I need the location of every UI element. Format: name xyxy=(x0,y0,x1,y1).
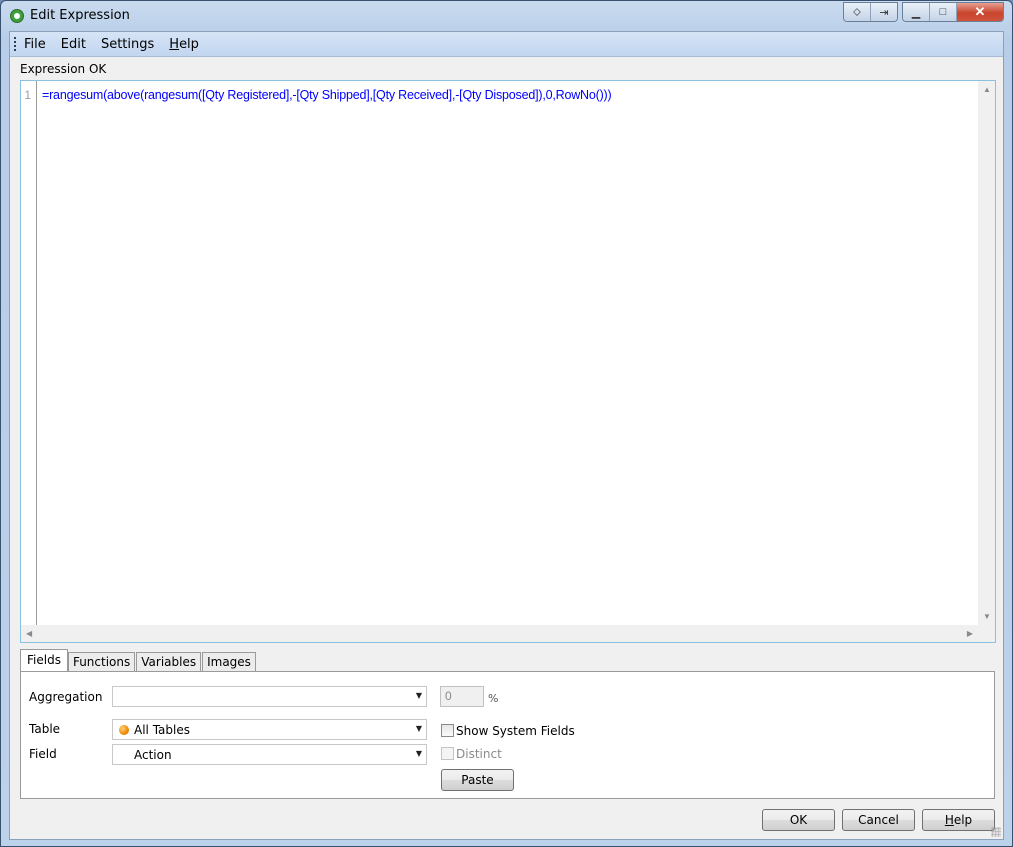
table-value: All Tables xyxy=(134,723,190,737)
help-button[interactable]: Help xyxy=(922,809,995,831)
menu-help-rest: elp xyxy=(179,36,199,52)
scroll-right-icon[interactable]: ▶ xyxy=(967,629,973,638)
percent-input[interactable]: 0 xyxy=(440,686,484,707)
caption-buttons: ⬦ ⇥ ▁ □ ✕ xyxy=(843,2,1004,22)
minimize-icon[interactable]: ▁ xyxy=(903,3,930,21)
distinct-checkbox[interactable] xyxy=(441,747,454,760)
menu-bar: File Edit Settings Help xyxy=(10,32,1003,57)
help-rest: elp xyxy=(953,813,973,827)
qlikview-app-icon xyxy=(10,9,24,23)
all-tables-icon xyxy=(119,725,129,735)
chevron-down-icon: ▼ xyxy=(415,691,422,700)
tab-variables[interactable]: Variables xyxy=(136,652,202,671)
scroll-down-icon[interactable]: ▼ xyxy=(983,612,991,621)
chevron-down-icon: ▼ xyxy=(415,749,422,758)
field-value: Action xyxy=(134,748,172,762)
toolbar-grip-icon[interactable] xyxy=(14,37,16,51)
move-icon[interactable]: ⬦ xyxy=(844,3,871,21)
cancel-button[interactable]: Cancel xyxy=(842,809,915,831)
line-gutter: 1 xyxy=(21,81,37,625)
aggregation-dropdown[interactable]: ▼ xyxy=(112,686,427,707)
table-dropdown[interactable]: All Tables ▼ xyxy=(112,719,427,740)
aggregation-label: Aggregation xyxy=(29,690,103,704)
restore-to-tab-icon[interactable]: ⇥ xyxy=(871,3,897,21)
close-icon[interactable]: ✕ xyxy=(957,3,1003,21)
distinct-label: Distinct xyxy=(456,747,502,761)
tab-fields[interactable]: Fields xyxy=(20,649,68,671)
dialog-client-area: File Edit Settings Help Expression OK 1 … xyxy=(9,31,1004,840)
fields-tab-panel: Aggregation ▼ 0 % Table All Tables ▼ Sho… xyxy=(20,671,995,799)
vertical-scrollbar[interactable]: ▲ ▼ xyxy=(978,81,995,625)
expression-code[interactable]: =rangesum(above(rangesum([Qty Registered… xyxy=(42,88,612,102)
table-label: Table xyxy=(29,722,61,736)
menu-help[interactable]: Help xyxy=(169,37,199,52)
menu-edit[interactable]: Edit xyxy=(61,37,86,52)
chevron-down-icon: ▼ xyxy=(415,724,422,733)
show-system-fields-label[interactable]: Show System Fields xyxy=(456,724,575,738)
scroll-up-icon[interactable]: ▲ xyxy=(983,85,991,94)
help-mnemonic: H xyxy=(944,813,954,827)
maximize-icon[interactable]: □ xyxy=(930,3,957,21)
resize-grip-icon[interactable] xyxy=(991,827,1001,837)
paste-button[interactable]: Paste xyxy=(441,769,514,791)
window-title: Edit Expression xyxy=(30,8,130,23)
expression-status: Expression OK xyxy=(20,62,107,76)
menu-help-mnemonic: H xyxy=(169,36,180,52)
tab-strip: Fields Functions Variables Images xyxy=(20,649,257,671)
expression-editor[interactable]: 1 =rangesum(above(rangesum([Qty Register… xyxy=(20,80,996,643)
edit-expression-window: Edit Expression ⬦ ⇥ ▁ □ ✕ File Edit Sett… xyxy=(0,0,1013,847)
field-label: Field xyxy=(29,747,57,761)
tab-functions[interactable]: Functions xyxy=(67,652,136,671)
scroll-left-icon[interactable]: ◀ xyxy=(26,629,32,638)
menu-settings[interactable]: Settings xyxy=(101,37,154,52)
title-bar[interactable]: Edit Expression ⬦ ⇥ ▁ □ ✕ xyxy=(1,1,1012,29)
horizontal-scrollbar[interactable]: ◀ ▶ xyxy=(21,625,978,642)
line-number: 1 xyxy=(24,88,31,102)
field-dropdown[interactable]: Action ▼ xyxy=(112,744,427,765)
ok-button[interactable]: OK xyxy=(762,809,835,831)
percent-suffix: % xyxy=(488,692,499,705)
show-system-fields-checkbox[interactable] xyxy=(441,724,454,737)
scrollbar-corner xyxy=(978,625,995,642)
tab-images[interactable]: Images xyxy=(202,652,256,671)
menu-file[interactable]: File xyxy=(24,37,46,52)
